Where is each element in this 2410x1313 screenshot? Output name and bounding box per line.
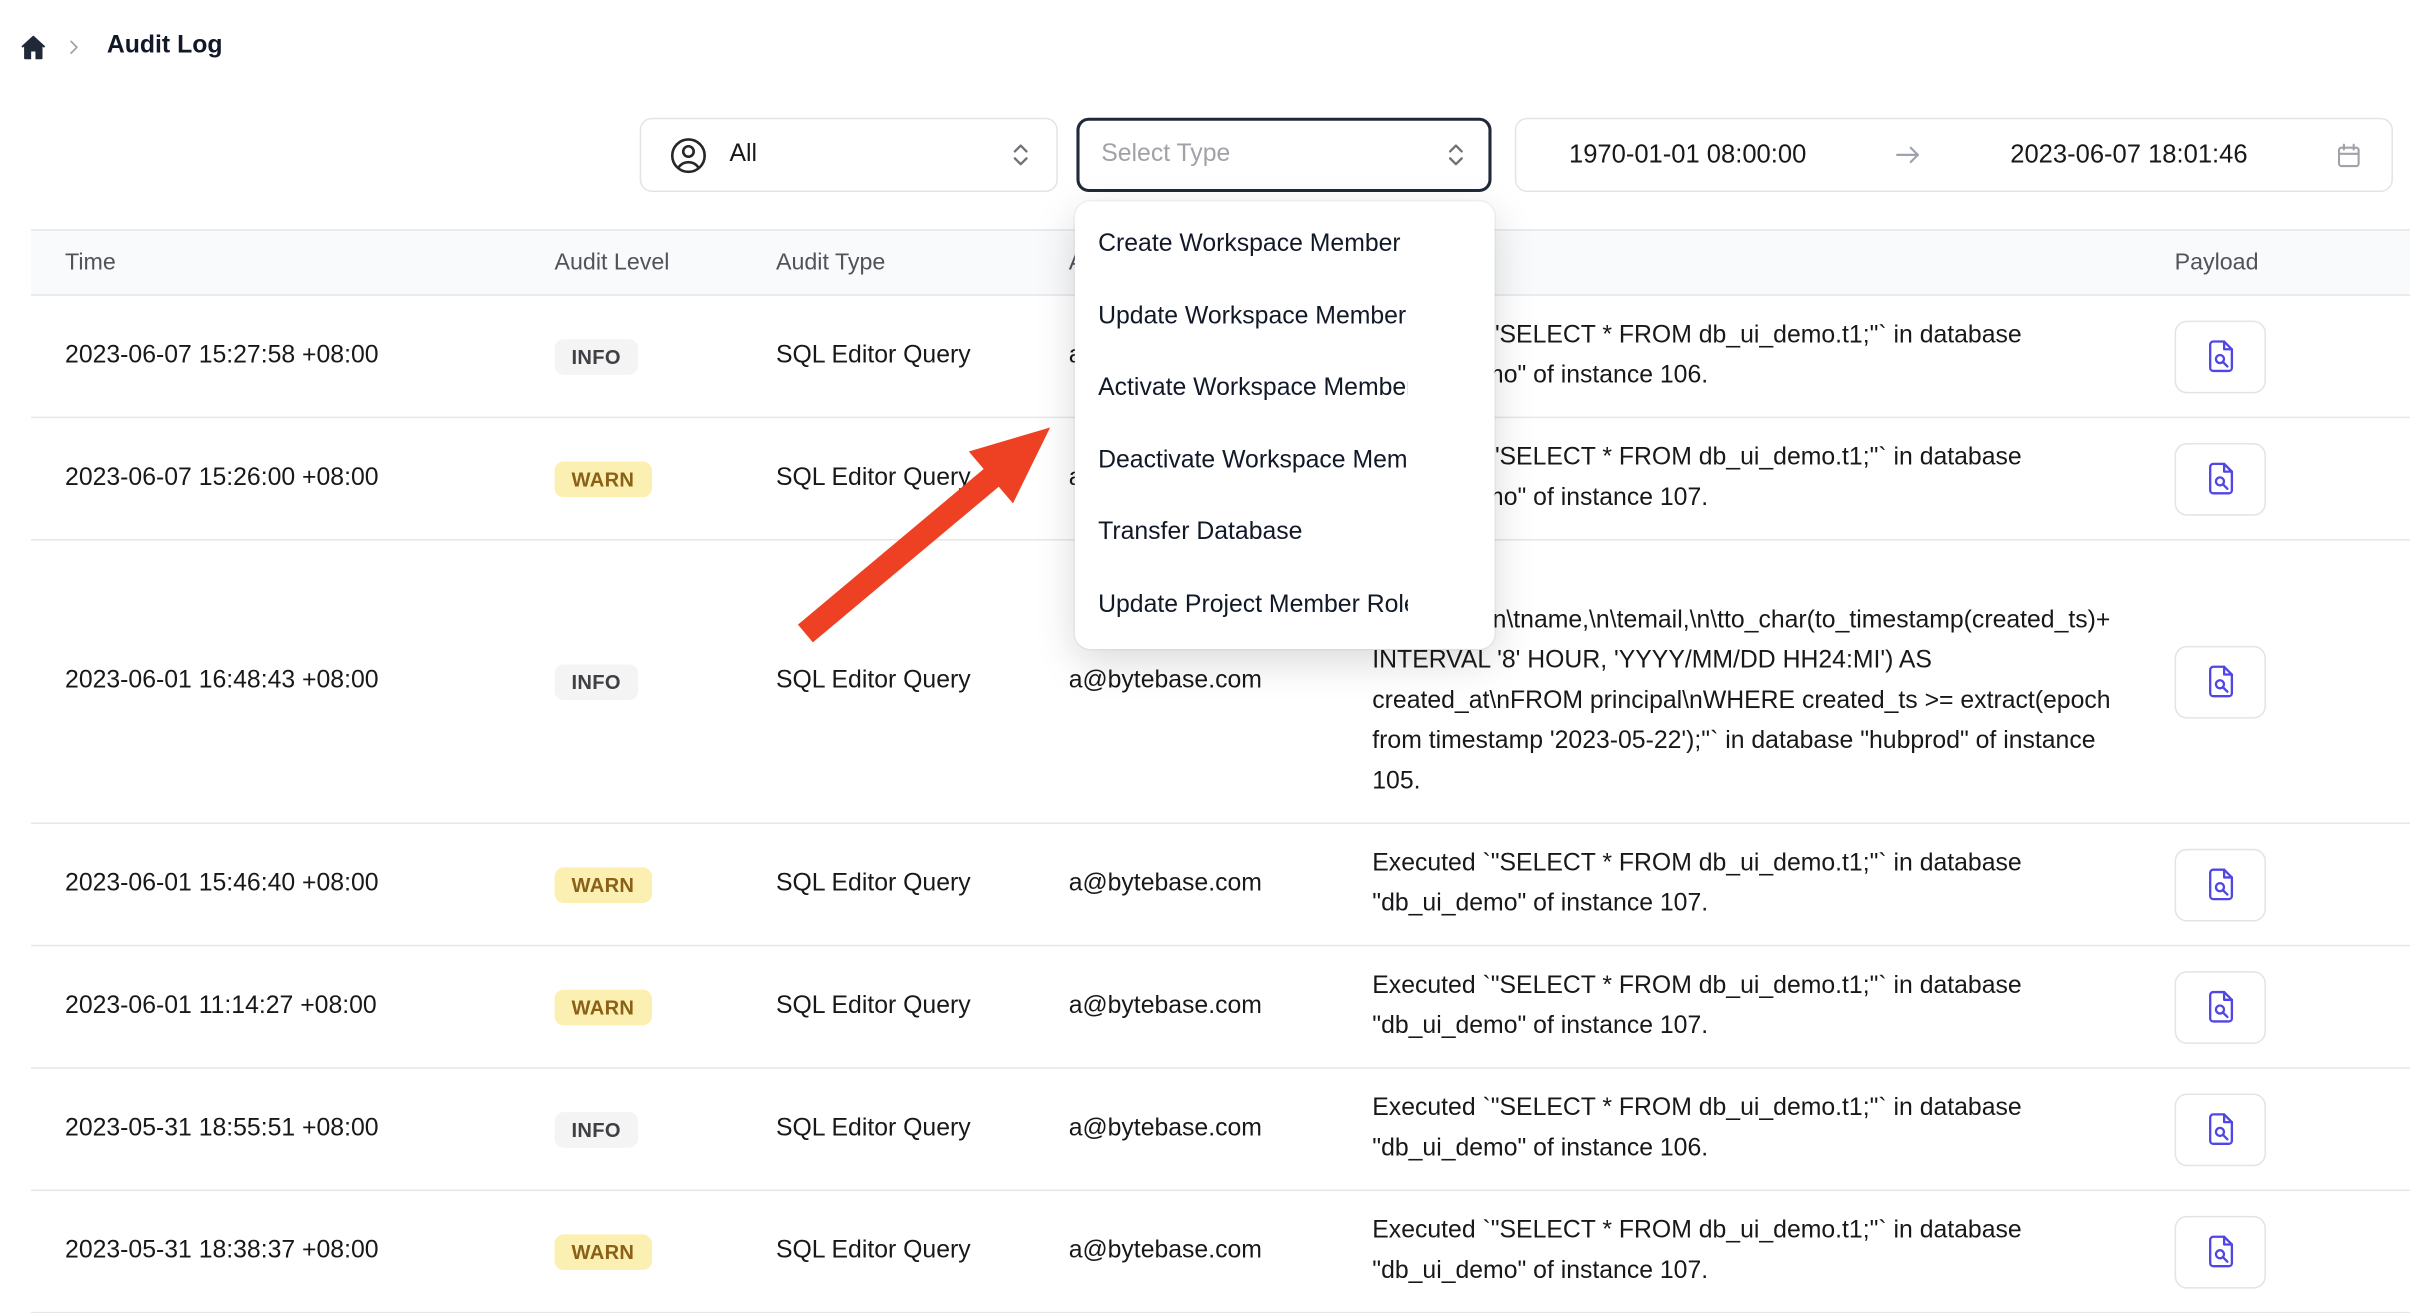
cell-time: 2023-05-31 18:55:51 +08:00 bbox=[31, 1115, 555, 1143]
payload-view-button[interactable] bbox=[2175, 1215, 2266, 1288]
dropdown-item[interactable]: Update Workspace Member bbox=[1075, 281, 1495, 353]
audit-log-page: Audit Log All Select Type 1970-01-01 08:… bbox=[0, 0, 2410, 1269]
cell-time: 2023-06-01 15:46:40 +08:00 bbox=[31, 870, 555, 898]
updown-chevrons-icon bbox=[1440, 139, 1471, 170]
dropdown-item[interactable]: Deactivate Workspace Member bbox=[1075, 425, 1495, 497]
audit-level-badge: WARN bbox=[554, 867, 651, 903]
audit-level-badge: INFO bbox=[554, 1111, 637, 1147]
col-header-time: Time bbox=[31, 249, 555, 275]
payload-view-button[interactable] bbox=[2175, 442, 2266, 515]
dropdown-item-label: Activate Workspace Member bbox=[1098, 375, 1408, 403]
col-header-payload: Payload bbox=[2175, 249, 2410, 275]
audit-level-badge: WARN bbox=[554, 989, 651, 1025]
dropdown-item[interactable]: Transfer Database bbox=[1075, 497, 1495, 569]
dropdown-item-label: Update Project Member Role bbox=[1098, 591, 1408, 619]
audit-level-badge: INFO bbox=[554, 338, 637, 374]
audit-level-badge: WARN bbox=[554, 1234, 651, 1270]
date-range-end: 2023-06-07 18:01:46 bbox=[2010, 140, 2247, 169]
chevron-right-icon bbox=[64, 36, 84, 56]
file-search-icon bbox=[2202, 460, 2239, 497]
dropdown-item-label: Update Workspace Member bbox=[1098, 303, 1406, 331]
cell-comment: Executed `"SELECT * FROM db_ui_demo.t1;"… bbox=[1372, 946, 2174, 1067]
audit-level-badge: INFO bbox=[554, 664, 637, 700]
home-icon[interactable] bbox=[19, 32, 48, 61]
file-search-icon bbox=[2202, 1111, 2239, 1148]
cell-actor: a@bytebase.com bbox=[1069, 1115, 1373, 1143]
cell-audit-type: SQL Editor Query bbox=[776, 993, 1069, 1021]
table-row: 2023-06-01 15:46:40 +08:00 WARN SQL Edit… bbox=[31, 824, 2410, 946]
payload-view-button[interactable] bbox=[2175, 1093, 2266, 1166]
col-header-audit-level: Audit Level bbox=[554, 249, 775, 275]
file-search-icon bbox=[2202, 338, 2239, 375]
dropdown-item[interactable]: Create Workspace Member bbox=[1075, 209, 1495, 281]
cell-time: 2023-06-01 16:48:43 +08:00 bbox=[31, 668, 555, 696]
cell-time: 2023-06-07 15:26:00 +08:00 bbox=[31, 465, 555, 493]
cell-comment: Executed `"SELECT * FROM db_ui_demo.t1;"… bbox=[1372, 1191, 2174, 1312]
type-filter-placeholder: Select Type bbox=[1101, 141, 1440, 169]
file-search-icon bbox=[2202, 663, 2239, 700]
user-filter-select[interactable]: All bbox=[640, 118, 1058, 192]
type-filter-select[interactable]: Select Type bbox=[1076, 118, 1491, 192]
dropdown-item[interactable]: Activate Workspace Member bbox=[1075, 353, 1495, 425]
payload-view-button[interactable] bbox=[2175, 645, 2266, 718]
payload-view-button[interactable] bbox=[2175, 848, 2266, 921]
cell-actor: a@bytebase.com bbox=[1069, 993, 1373, 1021]
cell-actor: a@bytebase.com bbox=[1069, 1238, 1373, 1266]
type-dropdown-menu: Create Workspace Member Update Workspace… bbox=[1075, 201, 1495, 649]
file-search-icon bbox=[2202, 1233, 2239, 1270]
cell-comment: Executed `"SELECT * FROM db_ui_demo.t1;"… bbox=[1372, 1069, 2174, 1190]
date-range-picker[interactable]: 1970-01-01 08:00:00 2023-06-07 18:01:46 bbox=[1515, 118, 2393, 192]
cell-time: 2023-06-01 11:14:27 +08:00 bbox=[31, 993, 555, 1021]
date-range-start: 1970-01-01 08:00:00 bbox=[1569, 140, 1806, 169]
cell-time: 2023-06-07 15:27:58 +08:00 bbox=[31, 342, 555, 370]
user-filter-value: All bbox=[730, 141, 986, 169]
cell-audit-type: SQL Editor Query bbox=[776, 1115, 1069, 1143]
cell-audit-type: SQL Editor Query bbox=[776, 870, 1069, 898]
col-header-audit-type: Audit Type bbox=[776, 249, 1069, 275]
table-row: 2023-05-31 18:38:37 +08:00 WARN SQL Edit… bbox=[31, 1191, 2410, 1313]
dropdown-item[interactable]: Update Project Member Role bbox=[1075, 569, 1495, 641]
arrow-right-icon bbox=[1893, 139, 1924, 170]
cell-audit-type: SQL Editor Query bbox=[776, 668, 1069, 696]
page-title: Audit Log bbox=[107, 33, 223, 61]
cell-audit-type: SQL Editor Query bbox=[776, 465, 1069, 493]
cell-time: 2023-05-31 18:38:37 +08:00 bbox=[31, 1238, 555, 1266]
cell-comment: Executed `"SELECT * FROM db_ui_demo.t1;"… bbox=[1372, 824, 2174, 945]
dropdown-item-label: Deactivate Workspace Member bbox=[1098, 447, 1408, 475]
file-search-icon bbox=[2202, 988, 2239, 1025]
person-circle-icon bbox=[668, 134, 710, 176]
cell-actor: a@bytebase.com bbox=[1069, 668, 1373, 696]
updown-chevrons-icon bbox=[1005, 139, 1036, 170]
payload-view-button[interactable] bbox=[2175, 320, 2266, 393]
cell-audit-type: SQL Editor Query bbox=[776, 342, 1069, 370]
cell-audit-type: SQL Editor Query bbox=[776, 1238, 1069, 1266]
table-row: 2023-05-31 18:55:51 +08:00 INFO SQL Edit… bbox=[31, 1069, 2410, 1191]
breadcrumb: Audit Log bbox=[19, 22, 223, 72]
cell-actor: a@bytebase.com bbox=[1069, 870, 1373, 898]
audit-level-badge: WARN bbox=[554, 461, 651, 497]
file-search-icon bbox=[2202, 866, 2239, 903]
payload-view-button[interactable] bbox=[2175, 970, 2266, 1043]
dropdown-item-label: Transfer Database bbox=[1098, 519, 1302, 547]
table-row: 2023-06-01 11:14:27 +08:00 WARN SQL Edit… bbox=[31, 946, 2410, 1068]
calendar-icon bbox=[2334, 140, 2363, 169]
dropdown-item-label: Create Workspace Member bbox=[1098, 231, 1401, 259]
